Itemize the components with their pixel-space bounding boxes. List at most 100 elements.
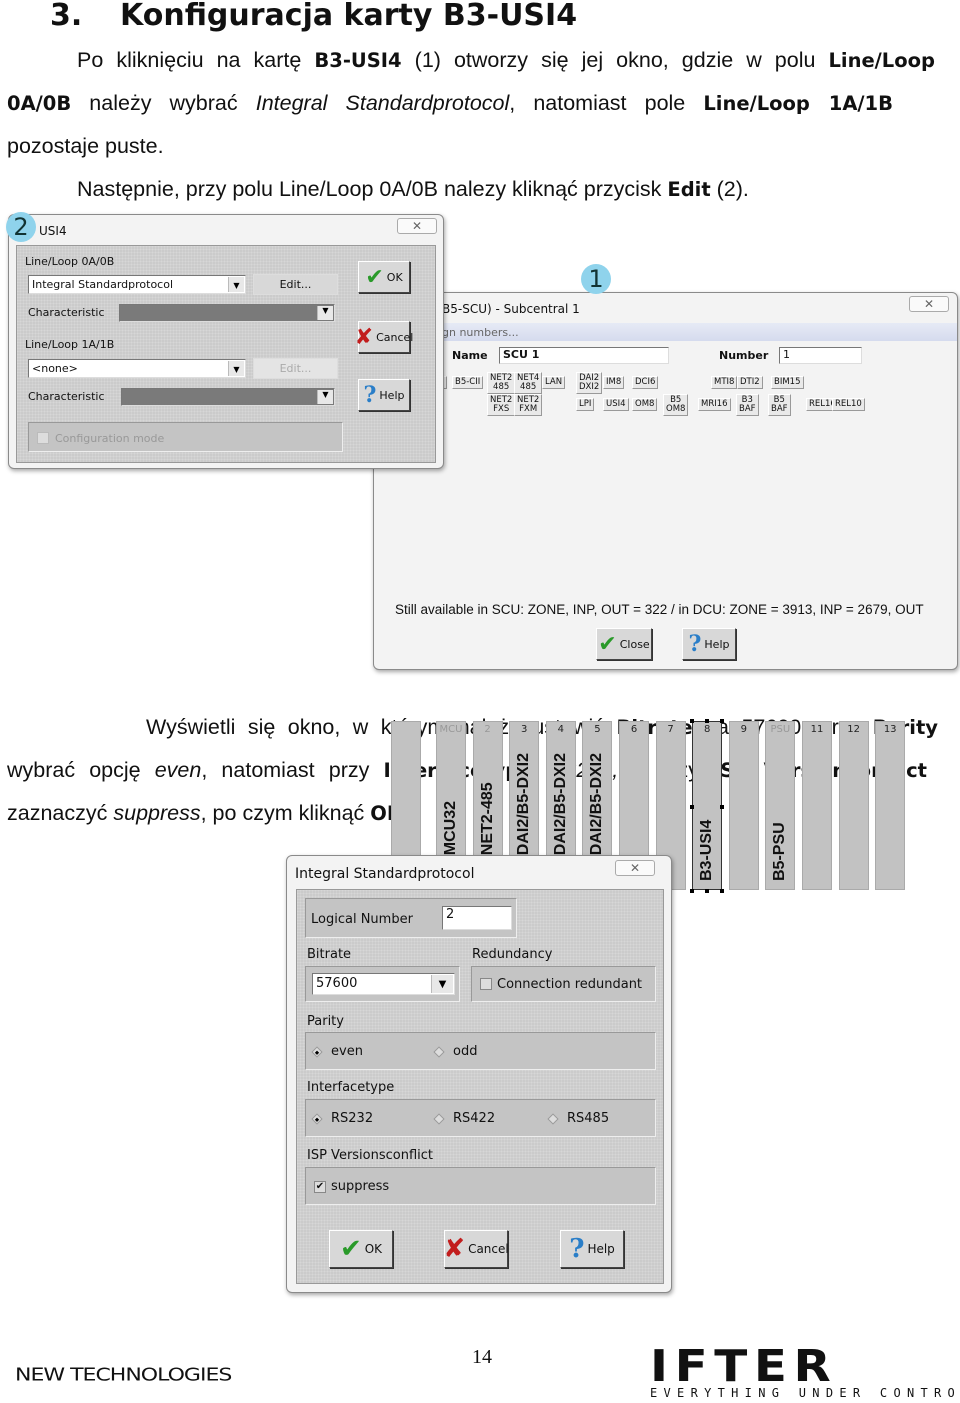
ok-label: OK — [386, 270, 403, 284]
selection-handle[interactable] — [705, 889, 710, 893]
module-button[interactable]: OM8 — [632, 398, 658, 411]
module-button[interactable]: IM8 — [603, 376, 625, 389]
name-label: Name — [452, 349, 488, 362]
rack-slot[interactable]: 9 — [728, 721, 759, 890]
selection-handle[interactable] — [690, 805, 695, 809]
callout-badge-1: 1 — [581, 264, 611, 294]
module-button[interactable]: MRI16 — [698, 398, 731, 411]
slot-number: 8 — [704, 724, 711, 735]
chevron-down-icon[interactable]: ▼ — [317, 390, 333, 404]
logical-number-input[interactable]: 2 — [442, 906, 512, 930]
rs485-radio[interactable] — [547, 1113, 559, 1125]
module-button[interactable]: DTI2 — [737, 376, 763, 389]
cancel-label: Cancel — [468, 1242, 509, 1256]
close-icon[interactable]: ✕ — [909, 296, 949, 312]
module-button[interactable]: NET2 FXM — [514, 394, 543, 416]
parity-even-label: even — [331, 1044, 363, 1059]
module-button[interactable]: BIM15 — [771, 376, 804, 389]
checkmark-icon: ✔ — [365, 264, 384, 290]
rs422-radio[interactable] — [433, 1113, 445, 1125]
characteristic-select[interactable]: ▼ — [119, 304, 335, 322]
rack-slot[interactable]: PSU B5-PSU — [765, 721, 796, 890]
module-button[interactable]: NET4 485 — [514, 372, 543, 394]
rack-slot[interactable]: 8 B3-USI4 — [692, 721, 723, 890]
config-mode-label: Configuration mode — [55, 432, 165, 445]
module-button[interactable]: NET2 485 — [487, 372, 516, 394]
close-button[interactable]: ✔ Close — [596, 628, 652, 660]
interfacetype-label: Interfacetype — [307, 1080, 395, 1095]
close-label: Close — [619, 637, 650, 651]
help-button[interactable]: ? Help — [560, 1230, 624, 1268]
connection-redundant-checkbox[interactable] — [480, 978, 492, 990]
parity-odd-label: odd — [453, 1044, 478, 1059]
cancel-button[interactable]: ✘ Cancel — [355, 321, 413, 353]
module-button[interactable]: DAI2 DXI2 — [576, 372, 603, 394]
text-segment: wybrać opcję — [7, 758, 155, 782]
bitrate-select[interactable]: 57600 ▼ — [312, 973, 455, 995]
text-segment: pozostaje puste. — [7, 134, 164, 158]
selection-handle[interactable] — [690, 719, 695, 723]
loop1-select[interactable]: <none> ▼ — [28, 359, 246, 378]
text-line: Po kliknięciu na kartę B3-USI4 (1) otwor… — [77, 45, 935, 75]
chevron-down-icon[interactable]: ▼ — [228, 361, 244, 376]
text-segment: (2). — [710, 177, 749, 201]
ok-button[interactable]: ✔ OK — [329, 1230, 393, 1268]
module-button[interactable]: DCI6 — [632, 376, 659, 389]
text-segment: (1) otworzy się jej okno, gdzie w polu — [401, 48, 829, 72]
section-heading: 3. Konfiguracja karty B3-USI4 — [50, 0, 577, 33]
suppress-checkbox[interactable]: ✔ — [314, 1181, 326, 1193]
parity-even-radio[interactable] — [311, 1046, 323, 1058]
slot-number: 4 — [557, 724, 564, 735]
loop0-edit-button[interactable]: Edit... — [253, 274, 338, 295]
module-button[interactable]: B5 BAF — [768, 394, 791, 416]
rs232-radio[interactable] — [311, 1113, 323, 1125]
help-button[interactable]: ? Help — [358, 379, 410, 411]
module-button[interactable]: B5 OM8 — [663, 394, 689, 416]
module-button[interactable]: NET2 FXS — [487, 394, 516, 416]
scu-dialog: B5-SCU) - Subcentral 1 ✕ gn numbers... N… — [373, 292, 958, 893]
help-label: Help — [587, 1242, 615, 1256]
chevron-down-icon[interactable]: ▼ — [317, 306, 333, 320]
selection-handle[interactable] — [690, 889, 695, 893]
selection-handle[interactable] — [705, 719, 710, 723]
parity-label: Parity — [307, 1014, 344, 1029]
loop0-select[interactable]: Integral Standardprotocol ▼ — [28, 275, 246, 294]
rack-slot[interactable]: 12 — [838, 721, 869, 890]
module-button[interactable]: MTI8 — [711, 376, 738, 389]
help-button[interactable]: ? Help — [682, 628, 736, 660]
selection-handle[interactable] — [720, 889, 725, 893]
config-mode-checkbox[interactable] — [37, 432, 49, 444]
ok-button[interactable]: ✔ OK — [358, 261, 410, 293]
text-segment: Line/Loop 1A/1B — [703, 92, 893, 115]
slot-number: 6 — [630, 724, 638, 735]
module-button[interactable]: REL10 — [832, 398, 865, 411]
rack-slot[interactable]: 11 — [802, 721, 832, 890]
cancel-button[interactable]: ✘ Cancel — [443, 1230, 509, 1268]
slot-number: 2 — [484, 724, 491, 735]
rack-slot[interactable]: 13 — [875, 721, 906, 890]
parity-odd-radio[interactable] — [433, 1046, 445, 1058]
module-button[interactable]: USI4 — [603, 398, 629, 411]
number-input[interactable]: 1 — [779, 347, 862, 364]
loop1-edit-button[interactable]: Edit... — [253, 358, 338, 379]
number-label: Number — [719, 349, 769, 362]
characteristic-label: Characteristic — [28, 390, 105, 403]
rs422-label: RS422 — [453, 1111, 496, 1126]
selection-handle[interactable] — [720, 805, 725, 809]
chevron-down-icon[interactable]: ▼ — [228, 277, 244, 292]
slot-number: 7 — [667, 724, 674, 735]
assign-numbers-menu[interactable]: gn numbers... — [374, 323, 957, 341]
name-input[interactable]: SCU 1 — [499, 347, 669, 364]
module-button[interactable]: LPI — [576, 398, 595, 411]
module-button[interactable]: B3 BAF — [736, 394, 759, 416]
text-segment: , po czym kliknąć — [200, 801, 371, 825]
selection-handle[interactable] — [720, 719, 725, 723]
chevron-down-icon[interactable]: ▼ — [431, 975, 453, 993]
usi4-dialog: USI4 ✕ Line/Loop 0A/0B Integral Standard… — [8, 214, 444, 469]
module-button[interactable]: LAN — [542, 376, 566, 389]
characteristic-select[interactable]: ▼ — [121, 388, 335, 406]
ifter-tagline: EVERYTHING UNDER CONTROL — [650, 1386, 960, 1400]
module-button[interactable]: B5-CII — [452, 376, 484, 389]
close-icon[interactable]: ✕ — [397, 218, 437, 234]
close-icon[interactable]: ✕ — [615, 860, 655, 876]
